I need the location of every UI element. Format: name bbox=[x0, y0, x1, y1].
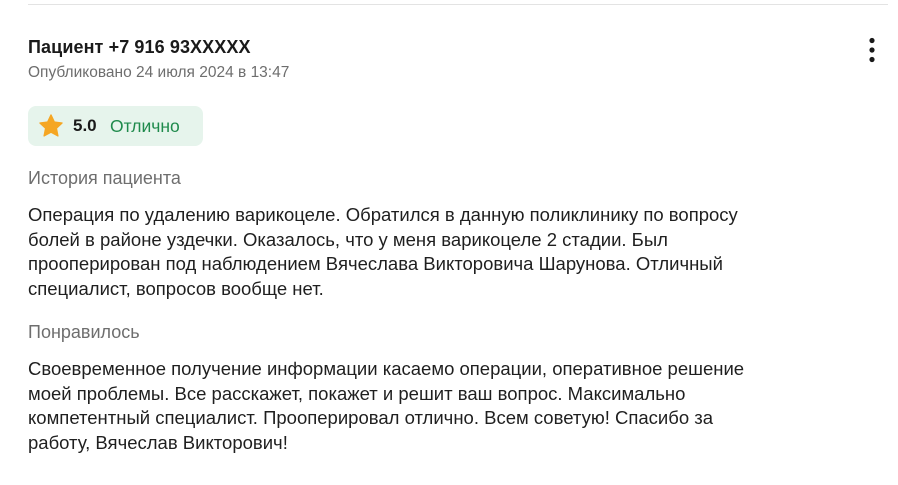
section-title-history: История пациента bbox=[28, 168, 181, 188]
rating-value: 5.0 bbox=[73, 116, 97, 135]
section-title-liked: Понравилось bbox=[28, 322, 140, 342]
text-line: работу, Вячеслав Викторович! bbox=[28, 431, 288, 453]
review-menu-button[interactable] bbox=[860, 36, 884, 64]
text-line: Своевременное получение информации касае… bbox=[28, 358, 745, 379]
text-line: прооперирован под наблюдением Вячеслава … bbox=[28, 253, 723, 274]
top-divider bbox=[28, 4, 888, 5]
review-published-date: Опубликовано 24 июля 2024 в 13:47 bbox=[28, 64, 290, 81]
text-line: болей в районе уздечки. Оказалось, что у… bbox=[28, 228, 668, 250]
text-line: Операция по удалению варикоцеле. Обратил… bbox=[28, 204, 738, 225]
star-icon bbox=[39, 114, 63, 137]
text-line: компетентный специалист. Прооперировал о… bbox=[28, 407, 714, 428]
more-vertical-icon bbox=[869, 37, 875, 63]
section-text-liked: Своевременное получение информации касае… bbox=[28, 357, 858, 455]
rating-badge: 5.0 Отлично bbox=[28, 106, 203, 146]
rating-label: Отлично bbox=[110, 116, 180, 136]
section-text-history: Операция по удалению варикоцеле. Обратил… bbox=[28, 203, 858, 301]
review-author: Пациент +7 916 93XXXXX bbox=[28, 37, 251, 57]
text-line: моей проблемы. Все расскажет, покажет и … bbox=[28, 382, 686, 404]
text-line: специалист, вопросов вообще нет. bbox=[28, 277, 324, 299]
